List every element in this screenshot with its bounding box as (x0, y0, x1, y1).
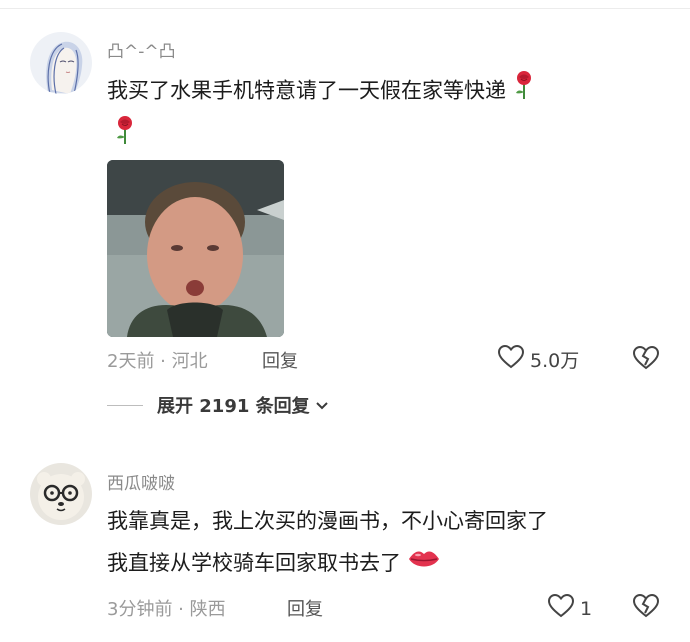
comment-text-line-2: 我直接从学校骑车回家取书去了 (107, 543, 548, 584)
heart-outline-icon (547, 593, 575, 623)
chevron-down-icon (310, 395, 329, 416)
like-count: 1 (580, 597, 593, 620)
like-button[interactable]: 5.0万 (497, 344, 580, 374)
comment-username[interactable]: 凸^-^凸 (107, 37, 176, 62)
top-divider (0, 8, 690, 9)
expand-divider (107, 404, 143, 406)
comment-username[interactable]: 西瓜啵啵 (107, 469, 175, 494)
comment-text-line: 我买了水果手机特意请了一天假在家等快递 (107, 78, 506, 103)
avatar[interactable] (30, 32, 92, 94)
broken-heart-outline-icon (632, 593, 660, 622)
comment-text-line: 我直接从学校骑车回家取书去了 (107, 551, 401, 575)
comment-image[interactable] (107, 160, 284, 337)
like-count: 5.0万 (530, 350, 580, 372)
expand-replies-label: 展开 2191 条回复 (157, 396, 310, 417)
reply-button[interactable]: 回复 (287, 595, 323, 621)
reply-button[interactable]: 回复 (262, 347, 298, 373)
dislike-button[interactable] (632, 593, 660, 622)
broken-heart-outline-icon (632, 345, 660, 374)
heart-outline-icon (497, 344, 525, 374)
like-button[interactable]: 1 (547, 593, 593, 623)
comment-text-line: 我靠真是，我上次买的漫画书，不小心寄回家了 (107, 509, 548, 533)
comment-text: 我靠真是，我上次买的漫画书，不小心寄回家了 我直接从学校骑车回家取书去了 (107, 501, 548, 584)
comment-time-location: 2天前 · 河北 (107, 351, 208, 372)
comment-time-location: 3分钟前 · 陕西 (107, 599, 226, 620)
dislike-button[interactable] (632, 345, 660, 374)
avatar[interactable] (30, 463, 92, 525)
rose-emoji (512, 70, 536, 113)
kiss-lips-emoji (407, 544, 441, 584)
rose-emoji (113, 115, 137, 149)
comment-text: 我买了水果手机特意请了一天假在家等快递 (107, 70, 536, 113)
expand-replies-button[interactable]: 展开 2191 条回复 (107, 392, 329, 418)
